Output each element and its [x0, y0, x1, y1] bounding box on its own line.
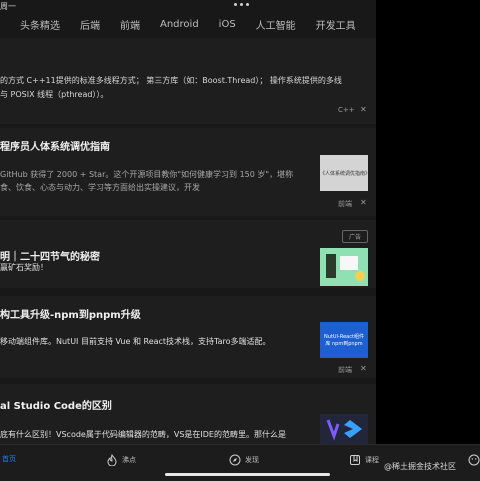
ad-badge: 广告 — [342, 230, 368, 243]
article-summary-line: 与 POSIX 线程（pthread））。 — [0, 88, 108, 102]
nav-home-label: 首页 — [2, 454, 16, 464]
nav-profile[interactable] — [468, 454, 480, 466]
article-title: 程序员人体系统调优指南 — [0, 138, 110, 153]
status-bar: 周一 — [0, 0, 376, 12]
status-time: 周一 — [0, 1, 16, 12]
nav-discover[interactable]: 发现 — [229, 454, 259, 466]
nav-courses-label: 课程 — [365, 455, 379, 465]
article-summary-line: 底有什么区别！VScode属于代码编辑器的范畴，VS是在IDE的范畴里。那什么是 — [0, 428, 286, 442]
home-indicator — [165, 473, 330, 476]
nav-home[interactable]: 首页 — [2, 454, 16, 464]
article-tag[interactable]: C++ — [338, 106, 355, 114]
thumbnail-text: NutUI-React组件库 npm到pnpm — [322, 333, 366, 347]
article-thumbnail — [320, 414, 368, 444]
flame-icon — [106, 454, 118, 466]
nav-courses[interactable]: 课程 — [349, 454, 379, 466]
tab-ai[interactable]: 人工智能 — [256, 17, 296, 32]
article-card[interactable]: al Studio Code的区别 底有什么区别！VScode属于代码编辑器的范… — [0, 384, 376, 444]
book-icon — [349, 454, 361, 466]
thumbnail-text: 《人体系统调优指南》 — [320, 170, 368, 177]
ad-card[interactable]: 明｜二十四节气的秘密 赢矿石奖励！ — [0, 220, 376, 288]
tab-headline[interactable]: 头条精选 — [20, 17, 60, 32]
watermark: @稀土掘金技术社区 — [384, 461, 456, 472]
article-summary-line: 的方式 C++11提供的标准多线程方式； 第三方库（如：Boost.Thread… — [0, 74, 342, 88]
article-title: al Studio Code的区别 — [0, 397, 112, 412]
compass-icon — [229, 454, 241, 466]
article-card[interactable]: 程序员人体系统调优指南 GitHub 获得了 2000 + Star。这个开源项… — [0, 128, 376, 216]
article-title: 构工具升级-npm到pnpm升级 — [0, 306, 141, 321]
article-thumbnail: NutUI-React组件库 npm到pnpm — [320, 322, 368, 358]
article-thumbnail: 《人体系统调优指南》 — [320, 155, 368, 191]
article-card[interactable]: 构工具升级-npm到pnpm升级 移动端组件库。NutUI 目前支持 Vue 和… — [0, 296, 376, 378]
article-tag[interactable]: 前端 — [338, 199, 352, 209]
category-tabs: 头条精选 后端 前端 Android iOS 人工智能 开发工具 代 — [0, 12, 376, 36]
illustration-icon — [320, 248, 368, 286]
profile-icon — [468, 454, 480, 466]
nav-pins-label: 沸点 — [122, 455, 136, 465]
dismiss-icon[interactable]: ✕ — [360, 105, 367, 114]
nav-pins[interactable]: 沸点 — [106, 454, 136, 466]
ad-thumbnail — [320, 248, 368, 286]
article-summary-line: 食、饮食、心态与动力、学习等方面给出实操建议，开发 — [0, 181, 200, 195]
tab-backend[interactable]: 后端 — [80, 17, 100, 32]
nav-discover-label: 发现 — [245, 455, 259, 465]
article-summary-line: GitHub 获得了 2000 + Star。这个开源项目教你"如何健康学习到 … — [0, 168, 293, 182]
dismiss-icon[interactable]: ✕ — [360, 364, 367, 373]
tab-ios[interactable]: iOS — [219, 19, 236, 30]
feed-panel: 周一 头条精选 后端 前端 Android iOS 人工智能 开发工具 代 的方… — [0, 0, 376, 480]
article-summary-line: 移动端组件库。NutUI 目前支持 Vue 和 React技术栈，支持Taro多… — [0, 335, 271, 349]
tab-android[interactable]: Android — [160, 19, 199, 30]
article-card[interactable]: 的方式 C++11提供的标准多线程方式； 第三方库（如：Boost.Thread… — [0, 38, 376, 124]
ad-summary: 赢矿石奖励！ — [0, 261, 48, 275]
article-tag[interactable]: 前端 — [338, 365, 352, 375]
tab-frontend[interactable]: 前端 — [120, 17, 140, 32]
tab-dev-tools[interactable]: 开发工具 — [316, 17, 356, 32]
dismiss-icon[interactable]: ✕ — [360, 198, 367, 207]
multitask-dots[interactable] — [234, 3, 249, 6]
vscode-logo-icon — [320, 414, 368, 444]
